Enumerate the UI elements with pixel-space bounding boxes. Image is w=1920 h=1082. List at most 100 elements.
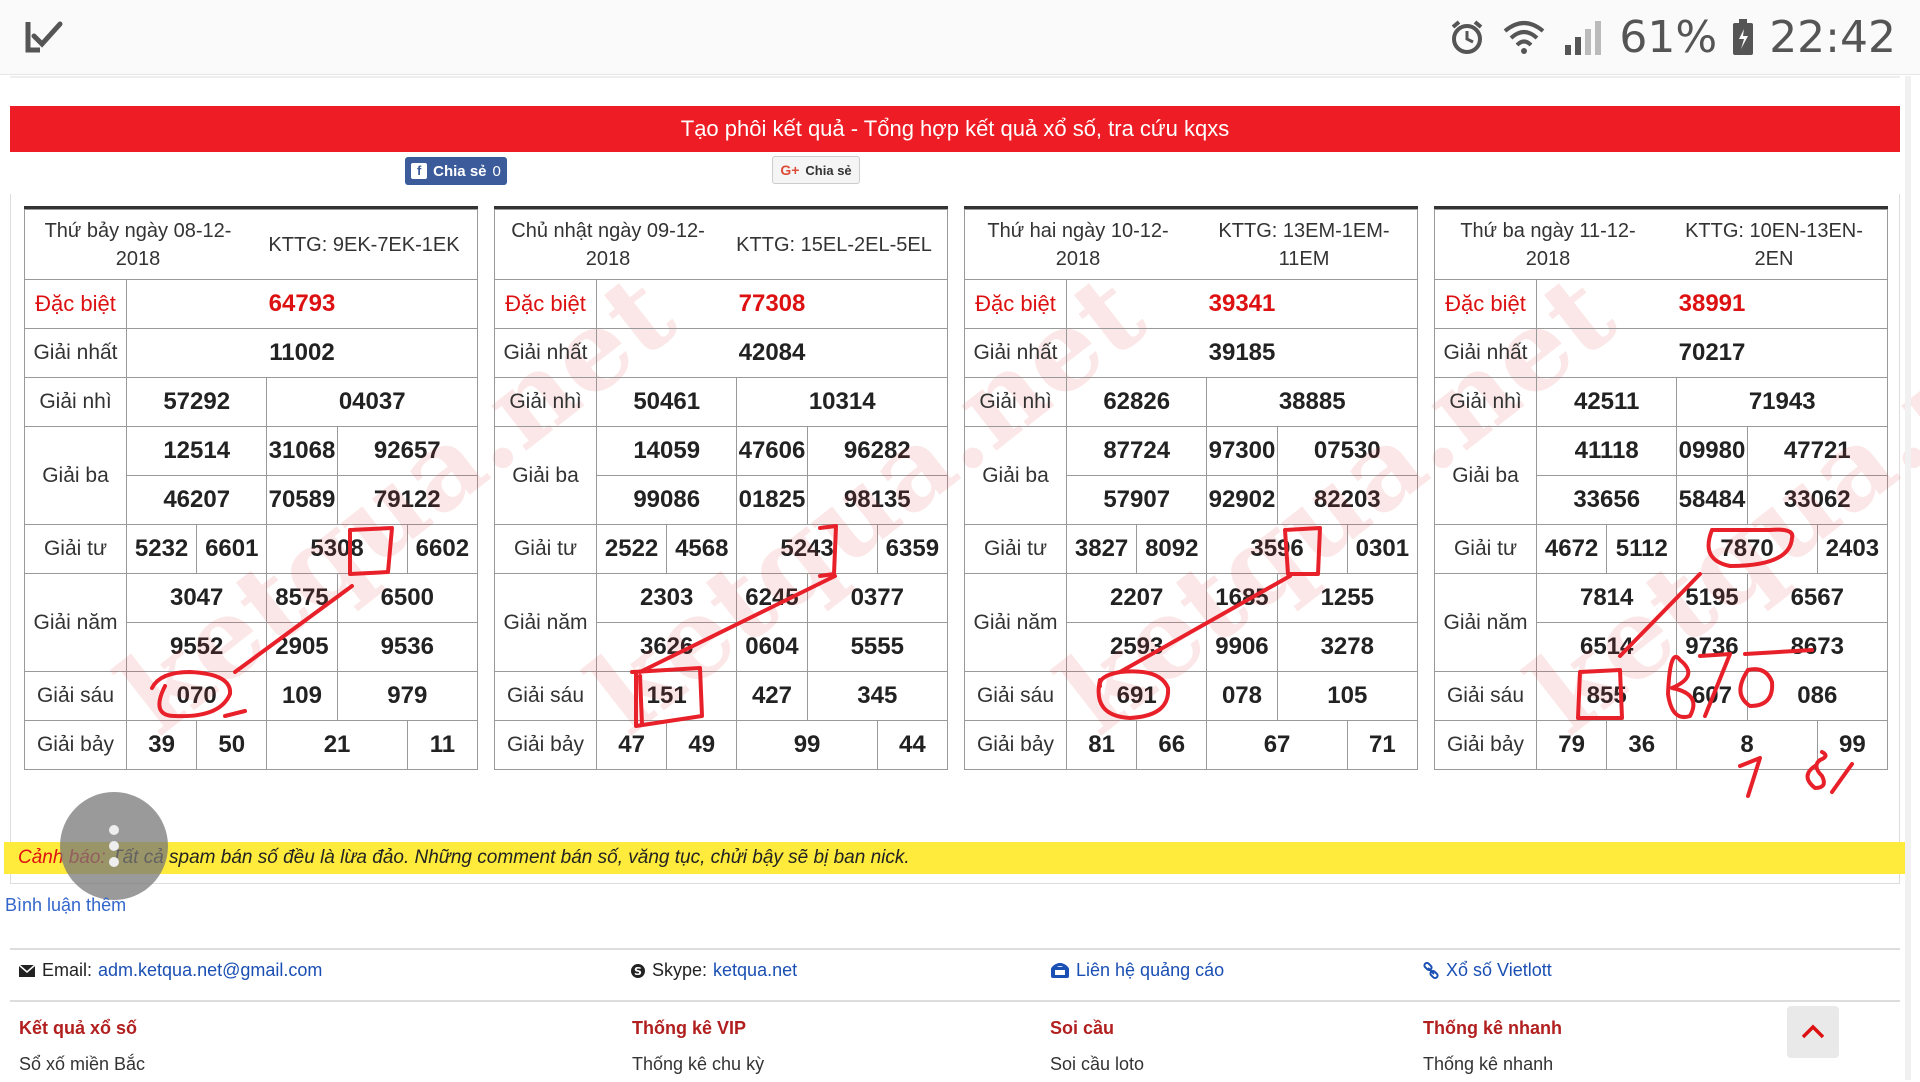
- prize-number: 6500: [336, 573, 479, 623]
- footer-divider: [10, 1000, 1900, 1002]
- prize-number: 12514: [125, 426, 268, 476]
- more-comments-link[interactable]: Bình luận thêm: [5, 895, 126, 916]
- prize-label: Giải ba: [494, 426, 597, 525]
- table-row: Giải ba 41118 09980 47721: [1434, 426, 1889, 525]
- google-plus-share-button[interactable]: G+ Chia sẻ: [772, 156, 860, 184]
- alarm-icon: [1452, 20, 1483, 54]
- prize-number: 79: [1535, 720, 1608, 770]
- prize-label: Đặc biệt: [964, 279, 1067, 329]
- floating-menu-button[interactable]: [60, 792, 168, 900]
- facebook-share-button[interactable]: f Chia sẻ 0: [405, 157, 507, 185]
- prize-number: 42511: [1535, 377, 1678, 427]
- footer-col-link[interactable]: Thống kê chu kỳ: [632, 1046, 764, 1082]
- prize-number: 70589: [266, 475, 338, 525]
- table-row: Giải nhì 50461 10314: [494, 377, 948, 427]
- check-notification-icon: [25, 21, 63, 53]
- prize-number: 42084: [596, 328, 948, 378]
- table-header: Thứ ba ngày 11-12-2018 KTTG: 10EN-13EN-2…: [1434, 209, 1888, 280]
- prize-number: 57292: [125, 377, 268, 427]
- prize-number: 96282: [806, 426, 949, 476]
- table-row: Giải sáu 855 607 086: [1434, 671, 1889, 721]
- phone-icon: [1051, 962, 1069, 978]
- dot-icon: [109, 841, 119, 851]
- prize-number: 87724: [1065, 426, 1208, 476]
- prize-number: 3047: [125, 573, 268, 623]
- special-prize-number: 77308: [596, 279, 948, 329]
- ads-link[interactable]: Liên hệ quảng cáo: [1076, 960, 1224, 981]
- prize-label: Giải bảy: [24, 720, 127, 770]
- prize-label: Giải nhì: [1434, 377, 1537, 427]
- draw-date: Thứ ba ngày 11-12-2018: [1460, 219, 1636, 270]
- table-row: Giải bảy 81 66 67 71: [964, 720, 1419, 770]
- email-link[interactable]: adm.ketqua.net@gmail.com: [98, 960, 322, 981]
- table-row: Giải nhì 57292 04037: [24, 377, 478, 427]
- page-banner: Tạo phôi kết quả - Tổng hợp kết quả xổ s…: [10, 106, 1900, 152]
- skype-link[interactable]: ketqua.net: [713, 960, 797, 981]
- prize-number: 01825: [736, 475, 808, 525]
- footer-divider: [10, 948, 1900, 950]
- prize-number: 6359: [876, 524, 949, 574]
- table-row: Giải ba 14059 47606 96282: [494, 426, 949, 525]
- top-divider: [10, 76, 1900, 78]
- prize-number: 3626: [595, 622, 738, 672]
- prize-label: Giải nhì: [964, 377, 1067, 427]
- skype-label: Skype:: [652, 960, 708, 980]
- page-content: Tạo phôi kết quả - Tổng hợp kết quả xổ s…: [0, 76, 1920, 1080]
- prize-number: 38885: [1206, 377, 1418, 427]
- footer-col-title[interactable]: Kết quả xổ số: [19, 1010, 145, 1046]
- vietlott-link[interactable]: Xổ số Vietlott: [1446, 960, 1552, 981]
- prize-number: 09980: [1676, 426, 1748, 476]
- prize-number: 36: [1606, 720, 1678, 770]
- prize-number: 9736: [1676, 622, 1748, 672]
- footer-col-thongke-vip: Thống kê VIP Thống kê chu kỳ: [632, 1010, 764, 1082]
- prize-number: 070: [125, 671, 268, 721]
- scrollbar-track[interactable]: [1905, 76, 1911, 1080]
- prize-number: 2403: [1816, 524, 1889, 574]
- prize-number: 67: [1206, 720, 1348, 770]
- prize-number: 2593: [1065, 622, 1208, 672]
- prize-number: 9906: [1206, 622, 1278, 672]
- prize-label: Đặc biệt: [1434, 279, 1537, 329]
- table-header: Chủ nhật ngày 09-12-2018 KTTG: 15EL-2EL-…: [494, 209, 948, 280]
- prize-label: Giải tư: [494, 524, 597, 574]
- signal-icon: [1565, 21, 1602, 55]
- footer-col-link[interactable]: Thống kê nhanh: [1423, 1046, 1562, 1082]
- prize-number: 0604: [736, 622, 808, 672]
- footer-col-title[interactable]: Soi cầu: [1050, 1010, 1144, 1046]
- prize-number: 50461: [595, 377, 738, 427]
- prize-number: 3278: [1276, 622, 1419, 672]
- result-table: Thứ ba ngày 11-12-2018 KTTG: 10EN-13EN-2…: [1434, 209, 1889, 770]
- footer-col-ketqua: Kết quả xổ số Sổ xố miền Bắc: [19, 1010, 145, 1082]
- prize-label: Đặc biệt: [494, 279, 597, 329]
- link-icon: [1423, 961, 1439, 979]
- footer-col-link[interactable]: Sổ xố miền Bắc: [19, 1046, 145, 1082]
- scroll-to-top-button[interactable]: [1787, 1006, 1839, 1058]
- prize-number: 10314: [736, 377, 948, 427]
- prize-number: 92657: [336, 426, 479, 476]
- special-prize-number: 38991: [1536, 279, 1888, 329]
- prize-number: 47606: [736, 426, 808, 476]
- prize-number: 46207: [125, 475, 268, 525]
- prize-number: 086: [1746, 671, 1889, 721]
- svg-text:S: S: [634, 965, 642, 978]
- footer-col-title[interactable]: Thống kê VIP: [632, 1010, 764, 1046]
- footer-col-title[interactable]: Thống kê nhanh: [1423, 1010, 1562, 1046]
- table-row: Đặc biệt 64793: [24, 279, 478, 329]
- prize-label: Giải bảy: [964, 720, 1067, 770]
- table-row: Giải nhì 62826 38885: [964, 377, 1418, 427]
- facebook-icon: f: [411, 163, 428, 179]
- prize-number: 4568: [666, 524, 738, 574]
- prize-number: 5243: [736, 524, 878, 574]
- prize-number: 50: [196, 720, 268, 770]
- prize-label: Giải năm: [964, 573, 1067, 672]
- table-row: Đặc biệt 38991: [1434, 279, 1888, 329]
- clock: 22:42: [1769, 11, 1896, 63]
- prize-label: Đặc biệt: [24, 279, 127, 329]
- prize-number: 47721: [1746, 426, 1889, 476]
- table-row: Giải nhất 70217: [1434, 328, 1888, 378]
- footer-col-link[interactable]: Soi cầu loto: [1050, 1046, 1144, 1082]
- prize-label: Giải tư: [1434, 524, 1537, 574]
- prize-number: 99086: [595, 475, 738, 525]
- prize-label: Giải sáu: [964, 671, 1067, 721]
- prize-label: Giải năm: [494, 573, 597, 672]
